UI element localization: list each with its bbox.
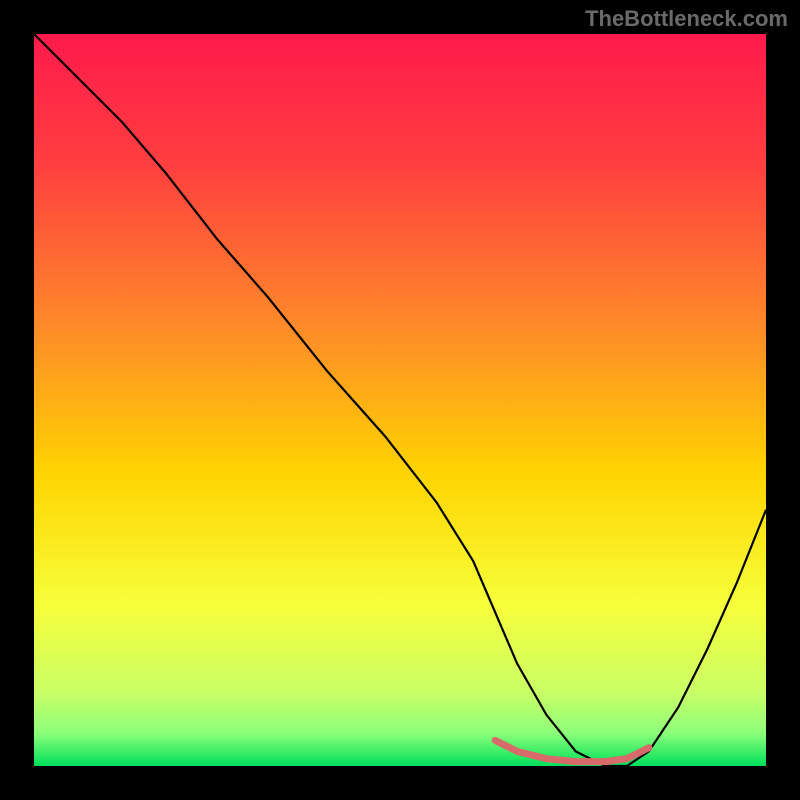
watermark-text: TheBottleneck.com	[585, 6, 788, 32]
chart-svg	[0, 0, 800, 800]
chart-container: { "watermark": "TheBottleneck.com", "cha…	[0, 0, 800, 800]
plot-gradient-rect	[34, 34, 766, 766]
